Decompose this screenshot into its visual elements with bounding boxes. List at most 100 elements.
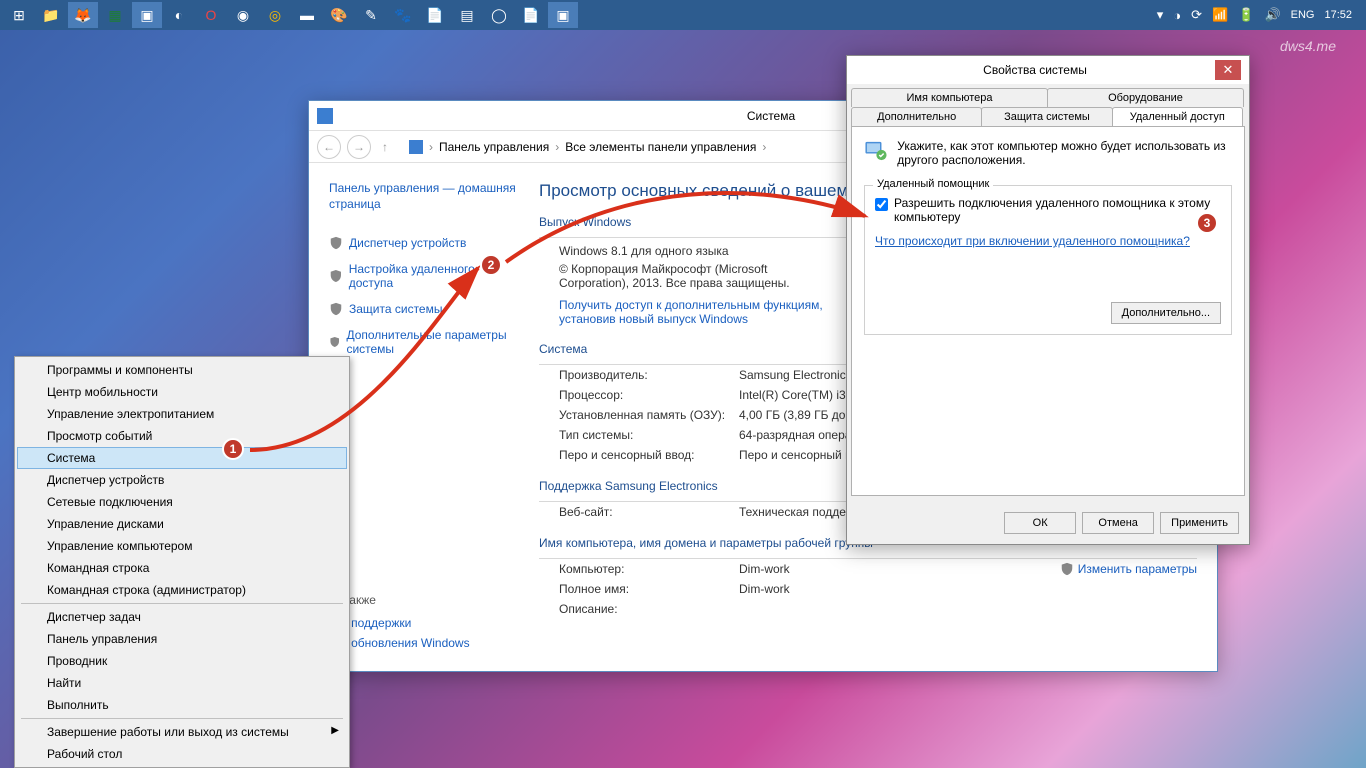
system-tray: ▾ ◑ ⟳ 📶 🔋 🔊 ENG 17:52 [1157,7,1362,23]
opera-icon[interactable]: O [196,2,226,28]
remote-intro-text: Укажите, как этот компьютер можно будет … [897,139,1232,171]
allow-remote-assistance-label: Разрешить подключения удаленного помощни… [894,196,1221,224]
ctx-shutdown[interactable]: Завершение работы или выход из системы▶ [17,721,347,743]
tray-app-icon[interactable]: ◑ [1173,8,1181,23]
ctx-device-manager[interactable]: Диспетчер устройств [17,469,347,491]
tray-battery-icon[interactable]: 🔋 [1238,7,1254,23]
remote-assistance-group: Удаленный помощник Разрешить подключения… [864,185,1232,335]
start-button[interactable]: ⊞ [4,2,34,28]
kv-key: Полное имя: [559,582,739,596]
taskbar: ⊞ 📁 🦊 ▦ ▣ ◐ O ◉ ◎ ▬ 🎨 ✎ 🐾 📄 ▤ ◯ 📄 ▣ ▾ ◑ … [0,0,1366,30]
ctx-computer-mgmt[interactable]: Управление компьютером [17,535,347,557]
ctx-mobility[interactable]: Центр мобильности [17,381,347,403]
gimp-icon[interactable]: 🐾 [388,2,418,28]
doc-icon[interactable]: 📄 [516,2,546,28]
ctx-cmd-admin[interactable]: Командная строка (администратор) [17,579,347,601]
tray-volume-icon[interactable]: 🔊 [1264,7,1280,23]
tray-sync-icon[interactable]: ⟳ [1191,7,1202,23]
notepad-icon[interactable]: 📄 [420,2,450,28]
kv-key: Производитель: [559,368,739,382]
ctx-run[interactable]: Выполнить [17,694,347,716]
sidebar-item-system-protection[interactable]: Защита системы [329,296,519,322]
steam-icon[interactable]: ◯ [484,2,514,28]
nav-back-icon[interactable]: ← [317,135,341,159]
kv-key: Компьютер: [559,562,739,576]
dialog-title: Свойства системы [983,63,1087,77]
ok-button[interactable]: ОК [1004,512,1076,534]
ctx-power[interactable]: Управление электропитанием [17,403,347,425]
explorer-icon[interactable]: 📁 [36,2,66,28]
ctx-separator [21,603,343,604]
see-also-link[interactable]: нтр поддержки [329,613,529,633]
ctx-desktop[interactable]: Рабочий стол [17,743,347,765]
control-panel-home-link[interactable]: Панель управления — домашняя страница [329,181,519,212]
ctx-event-viewer[interactable]: Просмотр событий [17,425,347,447]
advanced-button[interactable]: Дополнительно... [1111,302,1221,324]
pen-icon[interactable]: ✎ [356,2,386,28]
tray-lang[interactable]: ENG [1291,9,1315,21]
sidebar-item-advanced-settings[interactable]: Дополнительные параметры системы [329,322,519,362]
tab-hardware[interactable]: Оборудование [1047,88,1244,107]
paint-icon[interactable]: 🎨 [324,2,354,28]
breadcrumb-sep-icon: › [762,140,766,154]
watermark: dws4.me [1280,38,1336,54]
tab-system-protection[interactable]: Защита системы [981,107,1112,126]
group-legend: Удаленный помощник [873,178,993,190]
ctx-explorer[interactable]: Проводник [17,650,347,672]
breadcrumb-icon [409,140,423,154]
kv-value: Dim-work [739,562,1060,576]
aimp-icon[interactable]: ◎ [260,2,290,28]
edition-copyright: © Корпорация Майкрософт (Microsoft Corpo… [539,260,819,296]
nav-up-icon[interactable]: ↑ [377,135,393,159]
chrome-icon[interactable]: ◉ [228,2,258,28]
shield-icon [329,269,343,283]
ctx-system[interactable]: Система [17,447,347,469]
ctx-programs[interactable]: Программы и компоненты [17,359,347,381]
allow-remote-assistance-checkbox[interactable] [875,198,888,211]
see-also: м. также нтр поддержки нтр обновления Wi… [329,593,529,653]
tab-computer-name[interactable]: Имя компьютера [851,88,1048,107]
kv-value [739,602,1197,616]
window-title: Система [747,109,795,123]
app2-icon[interactable]: ◐ [164,2,194,28]
tray-clock[interactable]: 17:52 [1324,9,1352,21]
sidebar-item-label: Защита системы [349,302,442,316]
app-icon[interactable]: ▣ [132,2,162,28]
dialog-titlebar[interactable]: Свойства системы ✕ [847,56,1249,84]
taskbar-left: ⊞ 📁 🦊 ▦ ▣ ◐ O ◉ ◎ ▬ 🎨 ✎ 🐾 📄 ▤ ◯ 📄 ▣ [4,2,578,28]
ctx-task-manager[interactable]: Диспетчер задач [17,606,347,628]
close-button[interactable]: ✕ [1215,60,1241,80]
nav-forward-icon[interactable]: → [347,135,371,159]
firefox-icon[interactable]: 🦊 [68,2,98,28]
ctx-search[interactable]: Найти [17,672,347,694]
excel-icon[interactable]: ▦ [100,2,130,28]
shield-icon [329,335,340,349]
cancel-button[interactable]: Отмена [1082,512,1154,534]
tray-chevron-icon[interactable]: ▾ [1157,7,1164,23]
ctx-cmd[interactable]: Командная строка [17,557,347,579]
ctx-disk-mgmt[interactable]: Управление дисками [17,513,347,535]
breadcrumb-sep-icon: › [555,140,559,154]
breadcrumb: › Панель управления › Все элементы панел… [409,140,766,154]
change-settings-link[interactable]: Изменить параметры [1060,562,1197,576]
edition-upgrade-link[interactable]: Получить доступ к дополнительным функция… [539,296,859,328]
breadcrumb-item[interactable]: Панель управления [439,140,549,154]
sidebar-item-device-manager[interactable]: Диспетчер устройств [329,230,519,256]
ctx-separator [21,718,343,719]
kv-key: Установленная память (ОЗУ): [559,408,739,422]
apply-button[interactable]: Применить [1160,512,1239,534]
remote-help-link[interactable]: Что происходит при включении удаленного … [875,234,1221,248]
sidebar-item-label: Диспетчер устройств [349,236,466,250]
see-also-link[interactable]: нтр обновления Windows [329,633,529,653]
breadcrumb-item[interactable]: Все элементы панели управления [565,140,756,154]
tab-remote[interactable]: Удаленный доступ [1112,107,1243,126]
system-icon[interactable]: ▣ [548,2,578,28]
ctx-control-panel[interactable]: Панель управления [17,628,347,650]
tab-advanced[interactable]: Дополнительно [851,107,982,126]
kv-key: Веб-сайт: [559,505,739,519]
app3-icon[interactable]: ▬ [292,2,322,28]
ctx-network[interactable]: Сетевые подключения [17,491,347,513]
tray-network-icon[interactable]: 📶 [1212,7,1228,23]
system-properties-dialog: Свойства системы ✕ Имя компьютера Оборуд… [846,55,1250,545]
app4-icon[interactable]: ▤ [452,2,482,28]
